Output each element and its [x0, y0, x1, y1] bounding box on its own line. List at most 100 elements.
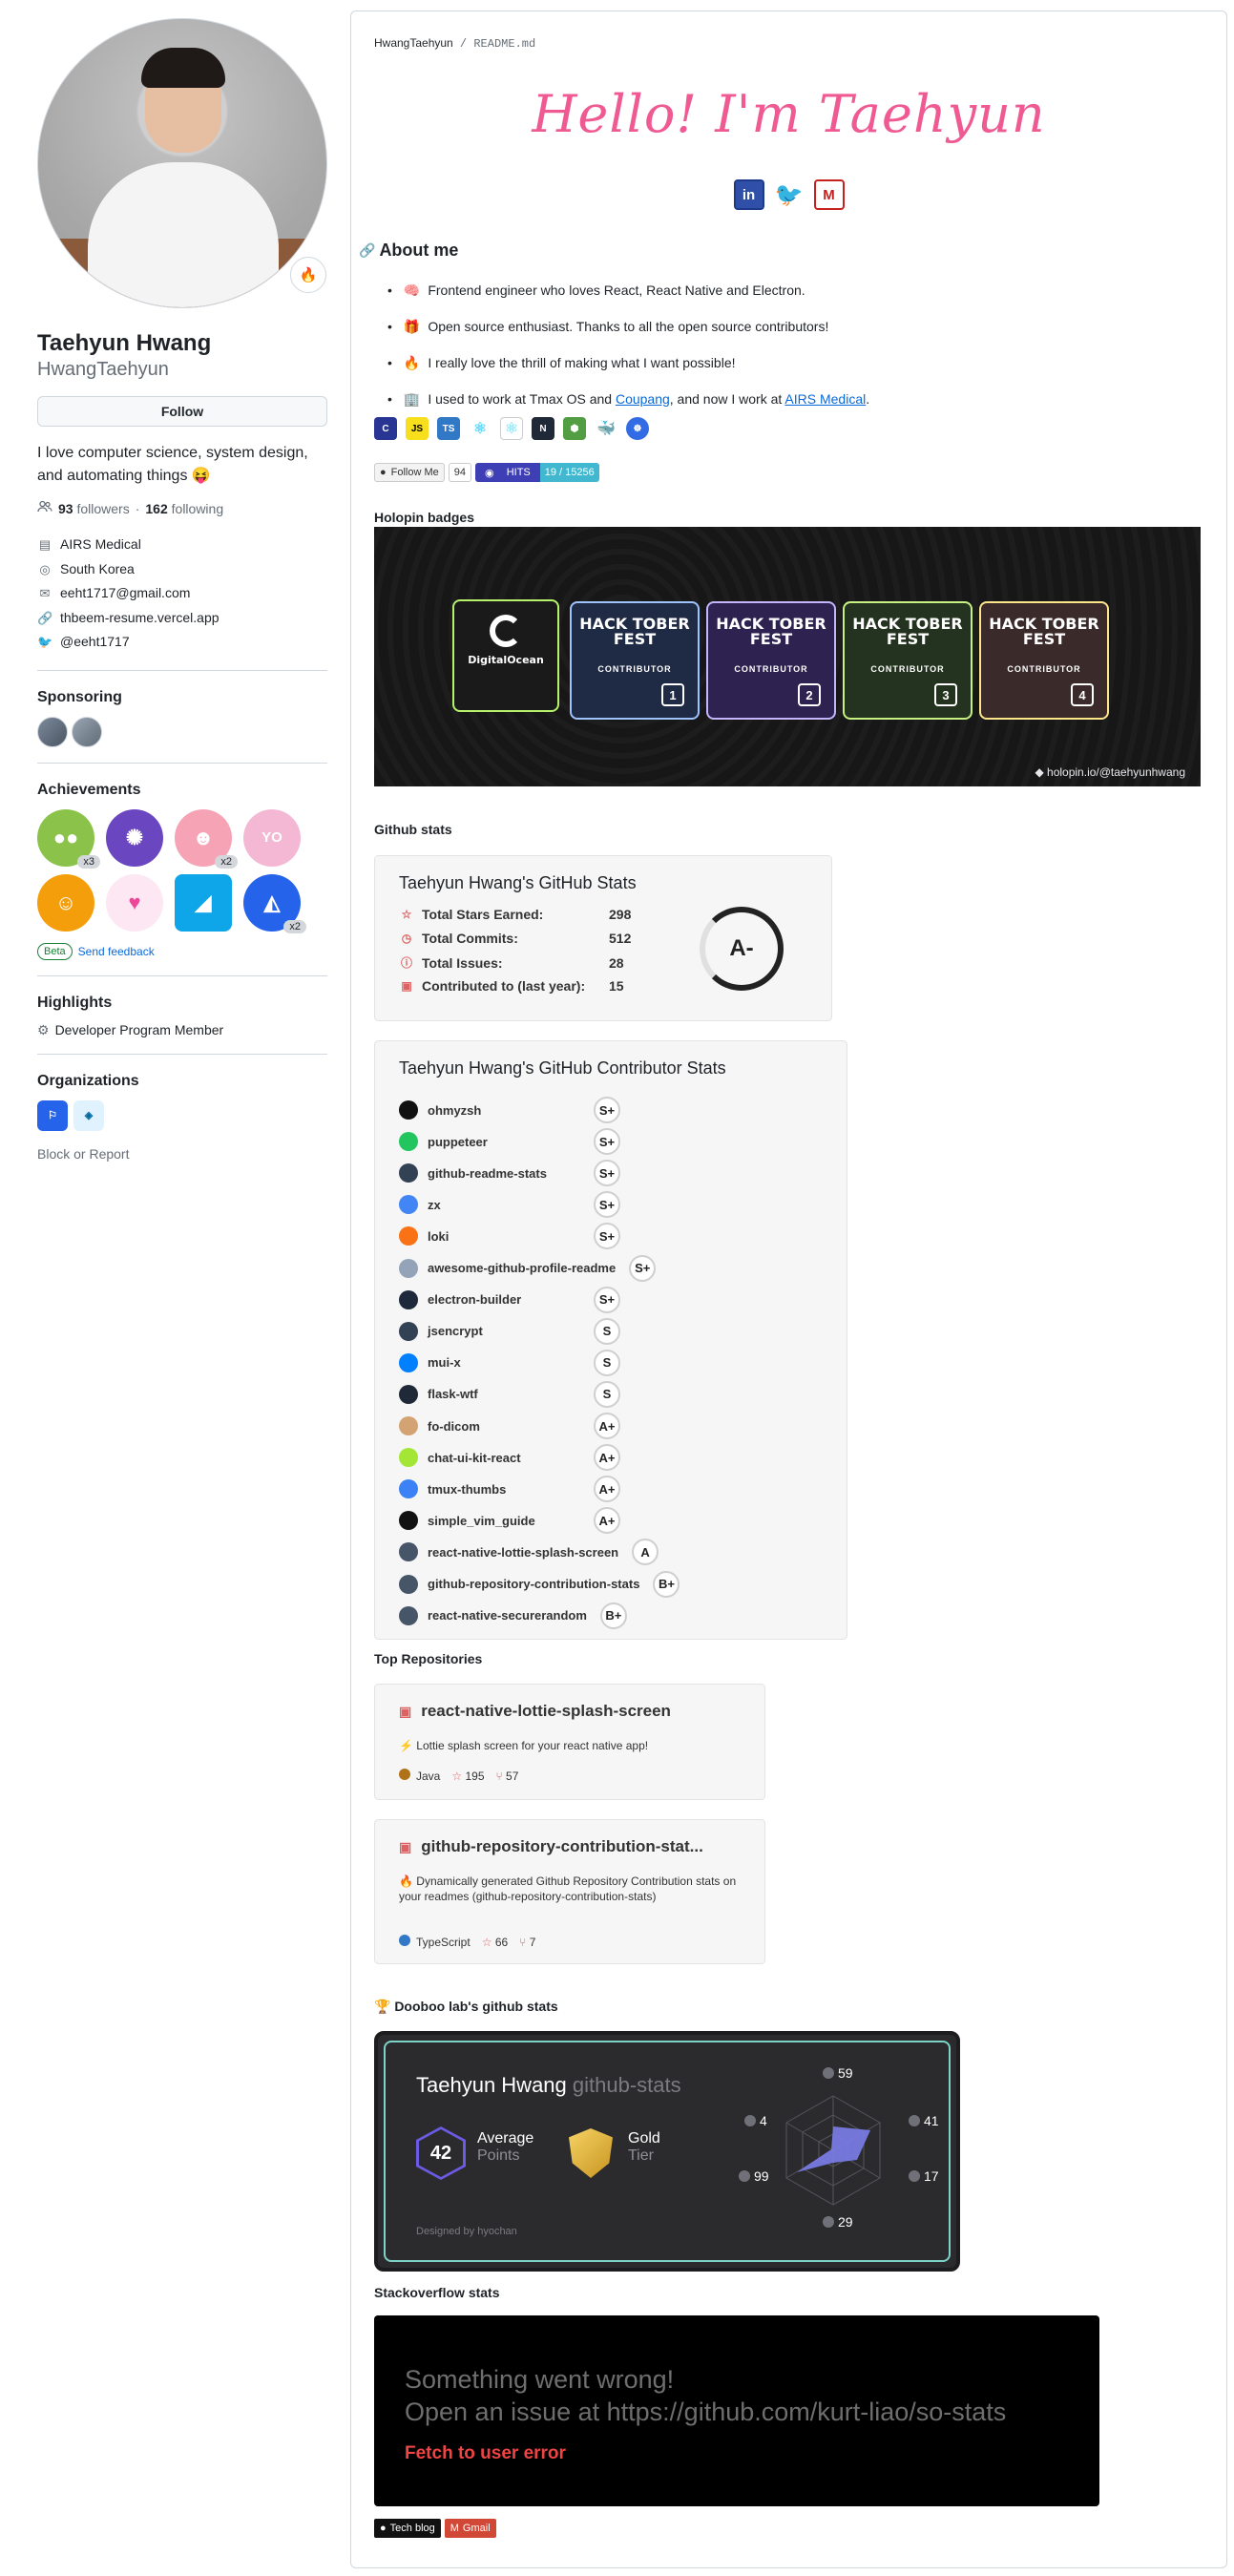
- achievement-quickdraw[interactable]: ☺: [37, 873, 94, 932]
- radar-label-top-right: 41: [909, 2113, 939, 2128]
- language-name: TypeScript: [416, 1936, 471, 1949]
- yolo-icon: YO: [261, 829, 282, 847]
- achievement-public-sponsor[interactable]: ◢: [175, 873, 232, 932]
- contrib-repo-row[interactable]: flask-wtf S: [399, 1380, 620, 1408]
- sponsored-avatar[interactable]: [37, 716, 68, 747]
- achievement-pull-shark[interactable]: ◭ x2: [243, 873, 306, 933]
- status-emoji-button[interactable]: 🔥: [290, 257, 326, 293]
- contrib-repo-row[interactable]: mui-x S: [399, 1349, 620, 1376]
- sponsored-avatar[interactable]: [72, 716, 102, 747]
- organization-avatar[interactable]: ⚐: [37, 1100, 68, 1131]
- website-link[interactable]: thbeem-resume.vercel.app: [60, 606, 220, 631]
- highlight-text[interactable]: Developer Program Member: [55, 1022, 224, 1037]
- contrib-grade-badge: S+: [629, 1254, 657, 1282]
- website-item: 🔗 thbeem-resume.vercel.app: [37, 606, 327, 631]
- about-text-part: I used to work at Tmax OS and: [428, 391, 616, 407]
- repo-description: 🔥 Dynamically generated Github Repositor…: [399, 1874, 737, 1903]
- avatar[interactable]: [37, 18, 327, 308]
- highlight-item: ⚙ Developer Program Member: [37, 1022, 327, 1038]
- about-me-heading: 🔗 About me: [359, 241, 458, 261]
- follow-button[interactable]: Follow: [37, 396, 327, 427]
- stat-value: 15: [609, 978, 624, 994]
- contrib-repo-row[interactable]: fo-dicom A+: [399, 1413, 620, 1439]
- contrib-grade-badge: S+: [594, 1160, 620, 1187]
- repo-title-text[interactable]: github-repository-contribution-stat...: [421, 1837, 703, 1856]
- holopin-title: Holopin badges: [374, 510, 474, 525]
- contrib-grade-badge: S+: [594, 1128, 620, 1156]
- stars-count: 66: [494, 1935, 509, 1949]
- contrib-repo-row[interactable]: github-repository-contribution-stats B+: [399, 1570, 680, 1598]
- dooboo-stats-card[interactable]: Taehyun Hwang github-stats 42 Average Poi…: [374, 2031, 960, 2272]
- holopin-badge-hacktoberfest-2[interactable]: HACK TOBER FEST CONTRIBUTOR 2: [706, 601, 836, 720]
- contrib-repo-row[interactable]: react-native-securerandom B+: [399, 1602, 627, 1629]
- tier-label-main: Gold: [628, 2130, 660, 2147]
- contrib-repo-row[interactable]: jsencrypt S: [399, 1317, 620, 1345]
- contrib-repo-row[interactable]: awesome-github-profile-readme S+: [399, 1254, 657, 1282]
- contrib-repo-name: flask-wtf: [428, 1387, 478, 1402]
- twitter-icon[interactable]: 🐦: [774, 179, 805, 210]
- contrib-repo-row[interactable]: chat-ui-kit-react A+: [399, 1444, 620, 1472]
- mail-icon: ✉: [39, 586, 51, 601]
- readme-badges: ● Follow Me 94 ◉ HITS 19 / 15256: [374, 463, 599, 482]
- badge-label: ◉ HITS: [475, 463, 540, 482]
- repo-pin-card[interactable]: ▣ github-repository-contribution-stat... …: [374, 1819, 765, 1964]
- rank-circle: A-: [700, 907, 784, 991]
- radar-icon: [744, 2115, 756, 2126]
- contrib-repo-row[interactable]: puppeteer S+: [399, 1128, 620, 1156]
- airs-medical-link[interactable]: AIRS Medical: [784, 391, 866, 407]
- follow-me-badge[interactable]: ● Follow Me: [374, 463, 445, 482]
- following-link[interactable]: 162 following: [145, 501, 223, 516]
- gmail-badge[interactable]: M Gmail: [444, 2519, 496, 2538]
- coupang-link[interactable]: Coupang: [616, 391, 670, 407]
- contrib-repo-row[interactable]: ohmyzsh S+: [399, 1097, 620, 1123]
- followers-link[interactable]: 93 followers: [58, 501, 130, 516]
- stackoverflow-card[interactable]: Something went wrong! Open an issue at ht…: [374, 2315, 1099, 2506]
- stat-value: 512: [609, 931, 632, 946]
- contrib-repo-row[interactable]: github-readme-stats S+: [399, 1160, 620, 1187]
- block-report-link[interactable]: Block or Report: [37, 1146, 327, 1162]
- achievement-pair-extraordinaire[interactable]: ●● x3: [37, 808, 100, 869]
- email-link[interactable]: eeht1717@gmail.com: [60, 581, 190, 606]
- send-feedback-link[interactable]: Send feedback: [78, 945, 155, 958]
- repo-owner-icon: [399, 1132, 418, 1152]
- contrib-repo-row[interactable]: tmux-thumbs A+: [399, 1476, 620, 1503]
- organization-avatar[interactable]: ◈: [73, 1100, 104, 1131]
- holopin-badge-sub: CONTRIBUTOR: [870, 664, 945, 674]
- anchor-link-icon[interactable]: 🔗: [359, 242, 375, 259]
- holopin-badge-hacktoberfest-4[interactable]: HACK TOBER FEST CONTRIBUTOR 4: [979, 601, 1109, 720]
- repo-title-text[interactable]: react-native-lottie-splash-screen: [421, 1702, 671, 1721]
- beta-feedback-row: Beta Send feedback: [37, 942, 327, 960]
- readme-path-user[interactable]: HwangTaehyun: [374, 36, 453, 50]
- readme-path-file: README: [473, 37, 515, 51]
- achievement-starstruck[interactable]: ☻ x2: [175, 808, 238, 869]
- holopin-badge-sub: CONTRIBUTOR: [1007, 664, 1081, 674]
- linkedin-icon[interactable]: in: [733, 179, 764, 210]
- github-stats-card[interactable]: Taehyun Hwang's GitHub Stats ☆ Total Star…: [374, 855, 832, 1021]
- contrib-repo-row[interactable]: electron-builder S+: [399, 1286, 620, 1313]
- tech-blog-badge[interactable]: ● Tech blog: [374, 2519, 441, 2538]
- contrib-repo-row[interactable]: simple_vim_guide A+: [399, 1507, 620, 1535]
- achievement-heart-on-your-sleeve[interactable]: ♥: [106, 873, 163, 932]
- contrib-repo-row[interactable]: loki S+: [399, 1223, 620, 1250]
- achievement-yolo[interactable]: YO: [243, 808, 301, 867]
- heart-icon: ♥: [128, 890, 141, 914]
- contributor-stats-card[interactable]: Taehyun Hwang's GitHub Contributor Stats…: [374, 1040, 847, 1640]
- repo-pin-card[interactable]: ▣ react-native-lottie-splash-screen ⚡ Lot…: [374, 1684, 765, 1800]
- holopin-board[interactable]: DigitalOcean HACK TOBER FEST CONTRIBUTOR…: [374, 527, 1201, 786]
- holopin-badge-digitalocean[interactable]: DigitalOcean: [452, 599, 559, 712]
- contrib-repo-row[interactable]: zx S+: [399, 1191, 620, 1219]
- repo-owner-icon: [399, 1352, 418, 1372]
- stats-card-title: Taehyun Hwang's GitHub Stats: [399, 873, 637, 892]
- holopin-badge-hacktoberfest-1[interactable]: HACK TOBER FEST CONTRIBUTOR 1: [570, 601, 700, 720]
- achievement-count: x3: [77, 854, 100, 869]
- gmail-icon[interactable]: M: [813, 179, 845, 210]
- contrib-repo-row[interactable]: react-native-lottie-splash-screen A: [399, 1539, 659, 1566]
- holopin-badge-hacktoberfest-3[interactable]: HACK TOBER FEST CONTRIBUTOR 3: [843, 601, 973, 720]
- contrib-grade-badge: A+: [594, 1507, 620, 1535]
- score-label: Average Points: [477, 2130, 533, 2165]
- achievement-galaxy-brain[interactable]: ✺: [106, 808, 163, 867]
- achievements-grid: ●● x3 ✺ ☻ x2 YO ☺ ♥ ◢ ◭ x2: [37, 808, 327, 933]
- radar-label-bottom-left: 99: [739, 2168, 769, 2184]
- highlights-title: Highlights: [37, 994, 113, 1011]
- twitter-link[interactable]: @eeht1717: [60, 630, 130, 655]
